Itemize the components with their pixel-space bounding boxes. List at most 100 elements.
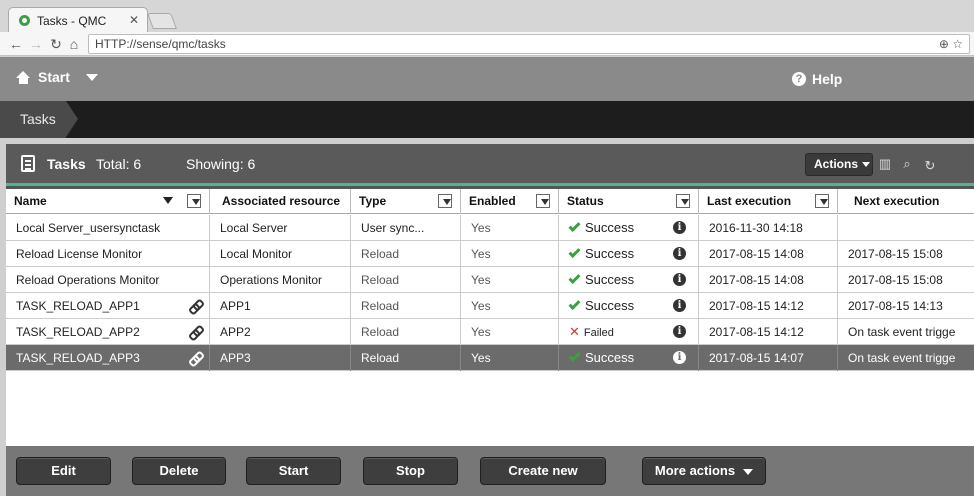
address-bar[interactable]: HTTP://sense/qmc/tasks ⊕ ☆ (88, 34, 970, 54)
breadcrumb-label: Tasks (20, 111, 56, 127)
success-check-icon (568, 219, 581, 233)
stop-button[interactable]: Stop (363, 457, 458, 485)
table-header: Name Associated resource Type Enabled St… (6, 189, 974, 214)
cell-type: User sync... (351, 215, 461, 241)
edit-button[interactable]: Edit (16, 457, 111, 485)
info-icon[interactable]: i (673, 299, 686, 312)
edit-label: Edit (51, 463, 76, 478)
sort-descending-icon[interactable] (163, 197, 173, 204)
cell-enabled: Yes (461, 215, 559, 241)
cell-status: Success i (559, 345, 699, 371)
link-icon[interactable] (189, 300, 201, 312)
filter-icon[interactable] (438, 194, 452, 208)
column-header-name[interactable]: Name (6, 189, 210, 214)
column-selector-icon[interactable]: ▥ (878, 157, 892, 171)
total-count: Total: 6 (96, 156, 142, 172)
delete-button[interactable]: Delete (132, 457, 226, 485)
column-header-type[interactable]: Type (351, 189, 461, 214)
table-row[interactable]: Reload License Monitor Local Monitor Rel… (6, 241, 974, 267)
cell-name: TASK_RELOAD_APP1 (6, 293, 210, 319)
cell-status: ✕ Failed i (559, 319, 699, 345)
table-row[interactable]: TASK_RELOAD_APP1 APP1 Reload Yes Success… (6, 293, 974, 319)
filter-icon[interactable] (187, 194, 201, 208)
column-label: Status (567, 194, 604, 208)
link-icon[interactable] (189, 326, 201, 338)
tasks-table: Name Associated resource Type Enabled St… (6, 189, 974, 446)
create-new-button[interactable]: Create new (480, 457, 606, 485)
new-tab-button[interactable] (147, 13, 177, 29)
help-label: Help (812, 71, 843, 87)
column-header-next-execution[interactable]: Next execution (838, 189, 974, 214)
cell-enabled: Yes (461, 345, 559, 371)
actions-dropdown-button[interactable]: Actions (805, 153, 873, 176)
panel-header: Tasks Total: 6 Showing: 6 Actions ▥ ⌕ ↻ (6, 144, 974, 186)
reload-icon[interactable]: ↻ (48, 35, 64, 53)
create-new-label: Create new (508, 463, 578, 478)
cell-last-execution: 2016-11-30 14:18 (699, 215, 838, 241)
start-menu-button[interactable]: Start (16, 69, 98, 85)
link-icon[interactable] (189, 352, 201, 364)
cell-next-execution (838, 215, 974, 241)
delete-label: Delete (159, 463, 199, 478)
column-header-enabled[interactable]: Enabled (461, 189, 559, 214)
cell-resource: APP2 (210, 319, 351, 345)
search-icon[interactable]: ⌕ (900, 157, 914, 171)
chevron-down-icon (85, 73, 98, 81)
column-label: Enabled (469, 194, 516, 208)
browser-tab-title: Tasks - QMC (37, 13, 107, 28)
browser-tab[interactable]: Tasks - QMC ✕ (8, 7, 148, 33)
back-arrow-icon[interactable]: ← (8, 35, 24, 53)
column-header-resource[interactable]: Associated resource (210, 189, 351, 214)
filter-icon[interactable] (536, 194, 550, 208)
chevron-down-icon (743, 468, 754, 475)
task-name: TASK_RELOAD_APP1 (16, 299, 140, 313)
cell-last-execution: 2017-08-15 14:08 (699, 241, 838, 267)
cell-name: TASK_RELOAD_APP3 (6, 345, 210, 371)
filter-icon[interactable] (815, 194, 829, 208)
browser-toolbar: ← → ↻ ⌂ HTTP://sense/qmc/tasks ⊕ ☆ (0, 32, 974, 56)
filter-icon[interactable] (676, 194, 690, 208)
column-label: Next execution (854, 194, 940, 208)
cell-last-execution: 2017-08-15 14:12 (699, 319, 838, 345)
cell-type: Reload (351, 319, 461, 345)
cell-name: Reload Operations Monitor (6, 267, 210, 293)
close-icon[interactable]: ✕ (129, 13, 139, 27)
zoom-icon[interactable]: ⊕ ☆ (939, 35, 963, 53)
info-icon[interactable]: i (673, 221, 686, 234)
chevron-down-icon (862, 162, 871, 168)
cell-status: Success i (559, 267, 699, 293)
info-icon[interactable]: i (673, 247, 686, 260)
status-text: Success (585, 298, 635, 313)
help-button[interactable]: ? Help (792, 71, 842, 87)
info-icon[interactable]: i (673, 351, 686, 364)
tasks-panel: Tasks Total: 6 Showing: 6 Actions ▥ ⌕ ↻ … (6, 144, 974, 496)
forward-arrow-icon[interactable]: → (28, 35, 44, 53)
cell-name: TASK_RELOAD_APP2 (6, 319, 210, 345)
cell-type: Reload (351, 345, 461, 371)
cell-last-execution: 2017-08-15 14:12 (699, 293, 838, 319)
home-icon[interactable]: ⌂ (66, 35, 82, 53)
cell-next-execution: 2017-08-15 15:08 (848, 273, 943, 287)
cell-resource: APP1 (210, 293, 351, 319)
column-header-last-execution[interactable]: Last execution (699, 189, 838, 214)
column-label: Last execution (707, 194, 792, 208)
status-text: Success (585, 246, 635, 261)
action-bar: Edit Delete Start Stop Create new More a… (6, 446, 974, 496)
cell-next-execution: 2017-08-15 14:13 (848, 299, 943, 313)
cell-resource: Local Server (210, 215, 351, 241)
breadcrumb-tasks[interactable]: Tasks (0, 101, 78, 138)
refresh-icon[interactable]: ↻ (923, 159, 937, 173)
table-row[interactable]: Local Server_usersynctask Local Server U… (6, 215, 974, 241)
table-row[interactable]: Reload Operations Monitor Operations Mon… (6, 267, 974, 293)
home-icon (16, 70, 31, 84)
info-icon[interactable]: i (673, 325, 686, 338)
success-check-icon (568, 297, 581, 311)
more-actions-label: More actions (654, 463, 736, 478)
info-icon[interactable]: i (673, 273, 686, 286)
column-header-status[interactable]: Status (559, 189, 699, 214)
tasks-list-icon (21, 155, 35, 172)
more-actions-button[interactable]: More actions (642, 457, 766, 485)
table-row-selected[interactable]: TASK_RELOAD_APP3 APP3 Reload Yes Success… (6, 345, 974, 371)
table-row[interactable]: TASK_RELOAD_APP2 APP2 Reload Yes ✕ Failed… (6, 319, 974, 345)
start-button[interactable]: Start (246, 457, 341, 485)
